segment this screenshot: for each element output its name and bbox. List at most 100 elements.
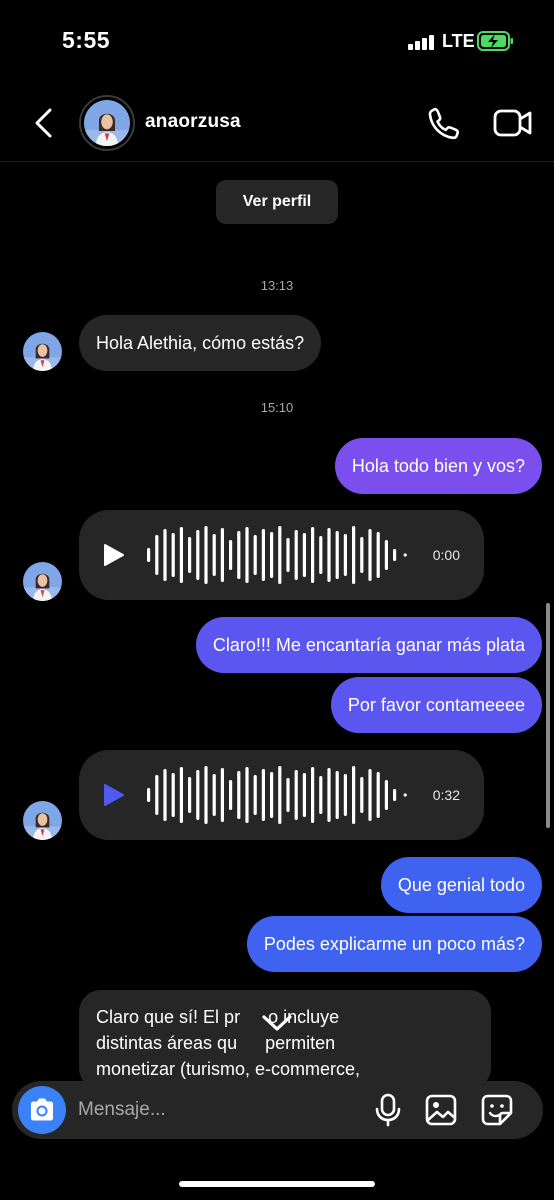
video-camera-icon[interactable] [493, 105, 533, 141]
avatar-photo [84, 100, 130, 146]
waveform-bar [261, 529, 265, 581]
waveform-bar [286, 778, 290, 812]
waveform-bar [220, 528, 224, 582]
waveform-bar [204, 766, 208, 824]
waveform-bar [368, 769, 372, 821]
message-composer [12, 1081, 543, 1139]
incoming-message-bubble[interactable]: Claro que sí! El pr o incluye distintas á… [79, 990, 491, 1090]
profile-avatar[interactable] [79, 95, 135, 151]
waveform-bar [229, 540, 233, 570]
sticker-icon[interactable] [479, 1092, 515, 1128]
waveform-bar [171, 773, 175, 817]
waveform-bar [155, 775, 159, 815]
waveform-bar [278, 766, 282, 824]
battery-charging-icon [477, 31, 513, 51]
waveform-bar [278, 526, 282, 584]
waveform-bar [393, 789, 397, 801]
waveform-bar [171, 533, 175, 577]
waveform-bar [155, 535, 159, 575]
waveform-bar [319, 776, 323, 814]
waveform-bar [253, 535, 257, 575]
status-bar: 5:55 LTE [0, 0, 554, 84]
waveform-bar [179, 527, 183, 583]
waveform-bar [229, 780, 233, 810]
microphone-icon[interactable] [372, 1093, 404, 1127]
signal-strength-icon [408, 34, 436, 50]
waveform-bar [196, 530, 200, 580]
waveform-bar [261, 769, 265, 821]
outgoing-message-bubble[interactable]: Que genial todo [380, 857, 542, 913]
back-button[interactable] [30, 106, 60, 140]
waveform-bar [245, 767, 249, 823]
camera-button[interactable] [18, 1086, 66, 1134]
waveform-bar [384, 780, 388, 810]
waveform-bar [327, 768, 331, 822]
waveform-bar [163, 529, 167, 581]
sender-avatar[interactable] [23, 801, 62, 840]
message-timestamp: 15:10 [260, 400, 294, 415]
avatar-photo [23, 801, 62, 840]
camera-icon [31, 1098, 53, 1121]
play-icon[interactable] [103, 543, 125, 567]
sender-avatar[interactable] [23, 562, 62, 601]
carrier-label: LTE [442, 31, 475, 51]
waveform-bar [302, 773, 306, 817]
waveform-bar [294, 530, 298, 580]
waveform-bar [237, 531, 241, 579]
waveform-bar [147, 548, 151, 562]
waveform-bar [343, 774, 347, 816]
waveform-bar [376, 772, 380, 818]
voice-message[interactable]: 0:32 [79, 750, 484, 840]
scrollbar[interactable] [546, 603, 550, 828]
message-input[interactable] [78, 1089, 358, 1131]
outgoing-message-bubble[interactable]: Hola todo bien y vos? [334, 438, 542, 494]
message-line: monetizar (turismo, e-commerce, [96, 1059, 361, 1079]
play-icon[interactable] [103, 783, 125, 807]
voice-message[interactable]: 0:00 [79, 510, 484, 600]
chat-header: anaorzusa [0, 84, 554, 162]
waveform-bar [220, 768, 224, 822]
waveform-bar [335, 531, 339, 579]
waveform-end-dot [403, 793, 407, 797]
waveform-bar [286, 538, 290, 572]
waveform-bar [212, 534, 216, 576]
waveform-bar [237, 771, 241, 819]
waveform-bar [319, 536, 323, 574]
waveform-bar [360, 537, 364, 573]
avatar-photo [23, 332, 62, 371]
waveform-bar [245, 527, 249, 583]
waveform-bar [147, 788, 151, 802]
waveform-bar [352, 526, 356, 584]
waveform-bar [188, 777, 192, 813]
waveform-bar [393, 549, 397, 561]
view-profile-button[interactable]: Ver perfil [216, 180, 338, 224]
incoming-message-bubble[interactable]: Hola Alethia, cómo estás? [79, 315, 322, 371]
waveform-bar [253, 775, 257, 815]
waveform-bar [352, 766, 356, 824]
waveform-bar [335, 771, 339, 819]
chevron-down-icon[interactable] [259, 1010, 295, 1036]
avatar-photo [23, 562, 62, 601]
waveform-bar [384, 540, 388, 570]
outgoing-message-bubble[interactable]: Por favor contameeee [330, 677, 542, 733]
chat-username[interactable]: anaorzusa [145, 111, 241, 133]
waveform-bar [179, 767, 183, 823]
outgoing-message-bubble[interactable]: Podes explicarme un poco más? [246, 916, 542, 972]
image-icon[interactable] [424, 1093, 458, 1127]
outgoing-message-bubble[interactable]: Claro!!! Me encantaría ganar más plata [195, 617, 542, 673]
waveform-bar [311, 767, 315, 823]
home-indicator[interactable] [179, 1181, 375, 1187]
waveform-bar [311, 527, 315, 583]
waveform-bar [270, 532, 274, 578]
message-timestamp: 13:13 [260, 278, 294, 293]
waveform-bar [196, 770, 200, 820]
waveform-bar [212, 774, 216, 816]
waveform-bar [204, 526, 208, 584]
waveform-bar [270, 772, 274, 818]
waveform-bar [163, 769, 167, 821]
phone-icon[interactable] [426, 105, 462, 141]
status-time: 5:55 [62, 27, 111, 53]
waveform-bar [327, 528, 331, 582]
sender-avatar[interactable] [23, 332, 62, 371]
waveform-bar [302, 533, 306, 577]
